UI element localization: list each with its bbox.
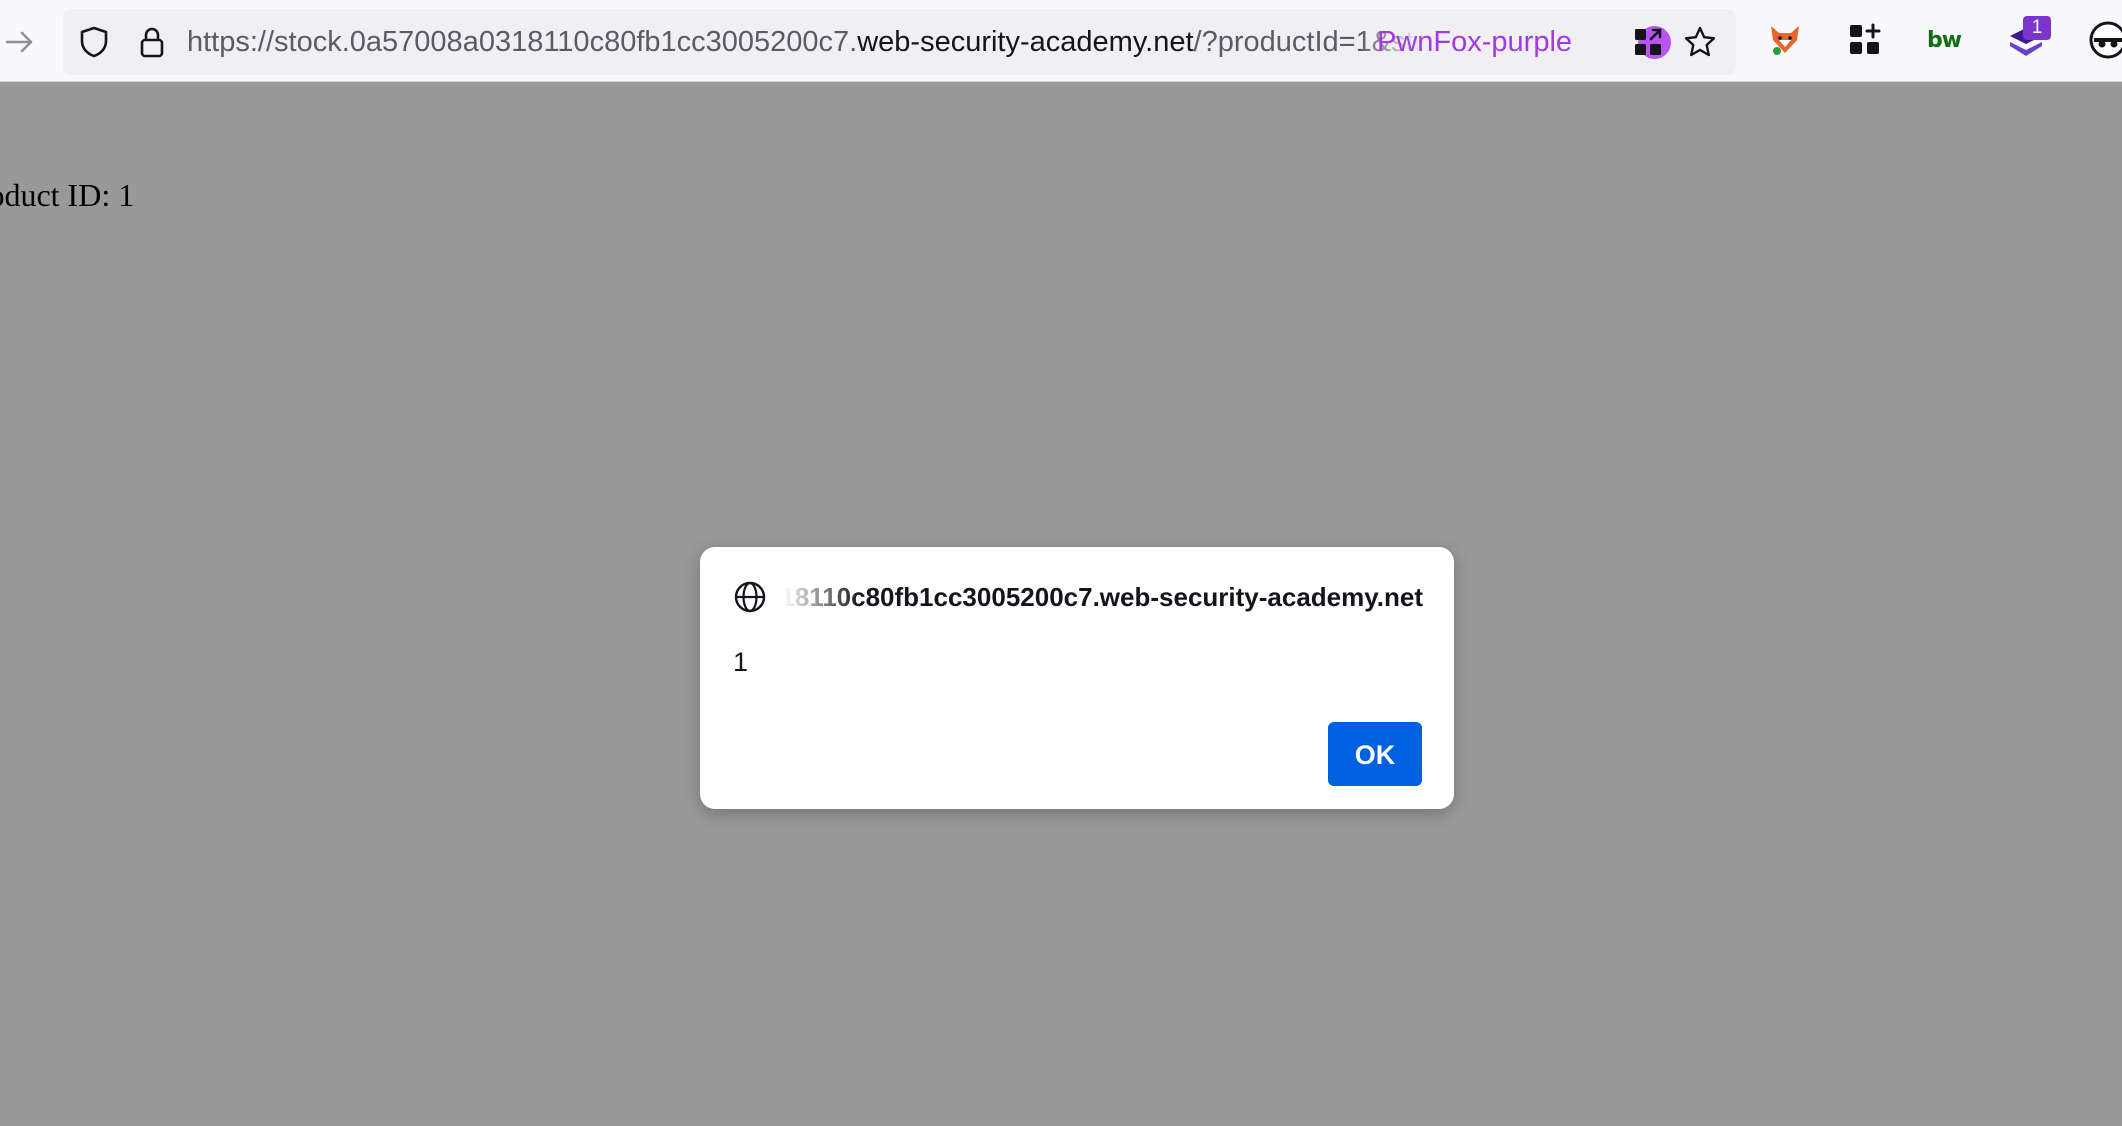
avatar-icon — [2089, 21, 2122, 59]
address-bar[interactable]: https://stock.0a57008a0318110c80fb1cc300… — [63, 9, 1736, 75]
fox-extension-button[interactable] — [1763, 18, 1807, 62]
shield-icon[interactable] — [77, 25, 111, 59]
extension-badge: 1 — [2023, 16, 2051, 40]
fox-extension-icon — [1771, 26, 1799, 55]
forward-button[interactable] — [0, 22, 40, 62]
bookmark-star-icon[interactable] — [1683, 25, 1717, 59]
container-label[interactable]: PwnFox-purple — [1377, 9, 1572, 75]
page-content: Product ID: 1 0a57008a0318110c80fb1cc300… — [0, 82, 2122, 1126]
browser-toolbar: https://stock.0a57008a0318110c80fb1cc300… — [0, 0, 2122, 82]
url-host: web-security-academy.net — [857, 26, 1194, 58]
forward-icon — [5, 31, 33, 53]
bitwarden-button[interactable]: bw — [1922, 18, 1966, 62]
alert-dialog: 0a57008a0318110c80fb1cc3005200c7.web-sec… — [700, 547, 1454, 809]
alert-message: 1 — [733, 647, 749, 677]
alert-origin: 0a57008a0318110c80fb1cc3005200c7.web-sec… — [783, 582, 1423, 612]
bitwarden-icon: bw — [1926, 27, 1962, 53]
ok-button[interactable]: OK — [1328, 722, 1422, 786]
add-grid-extension-icon — [1850, 23, 1881, 54]
url-subdomain: stock.0a57008a0318110c80fb1cc3005200c7. — [274, 26, 858, 58]
lock-icon[interactable] — [135, 25, 169, 59]
account-button[interactable] — [2086, 18, 2122, 62]
globe-icon — [734, 581, 766, 613]
add-grid-extension-button[interactable] — [1843, 18, 1887, 62]
qr-code-icon[interactable] — [1631, 25, 1665, 59]
url-text[interactable]: https://stock.0a57008a0318110c80fb1cc300… — [187, 9, 1421, 75]
url-scheme: https:// — [187, 26, 275, 58]
